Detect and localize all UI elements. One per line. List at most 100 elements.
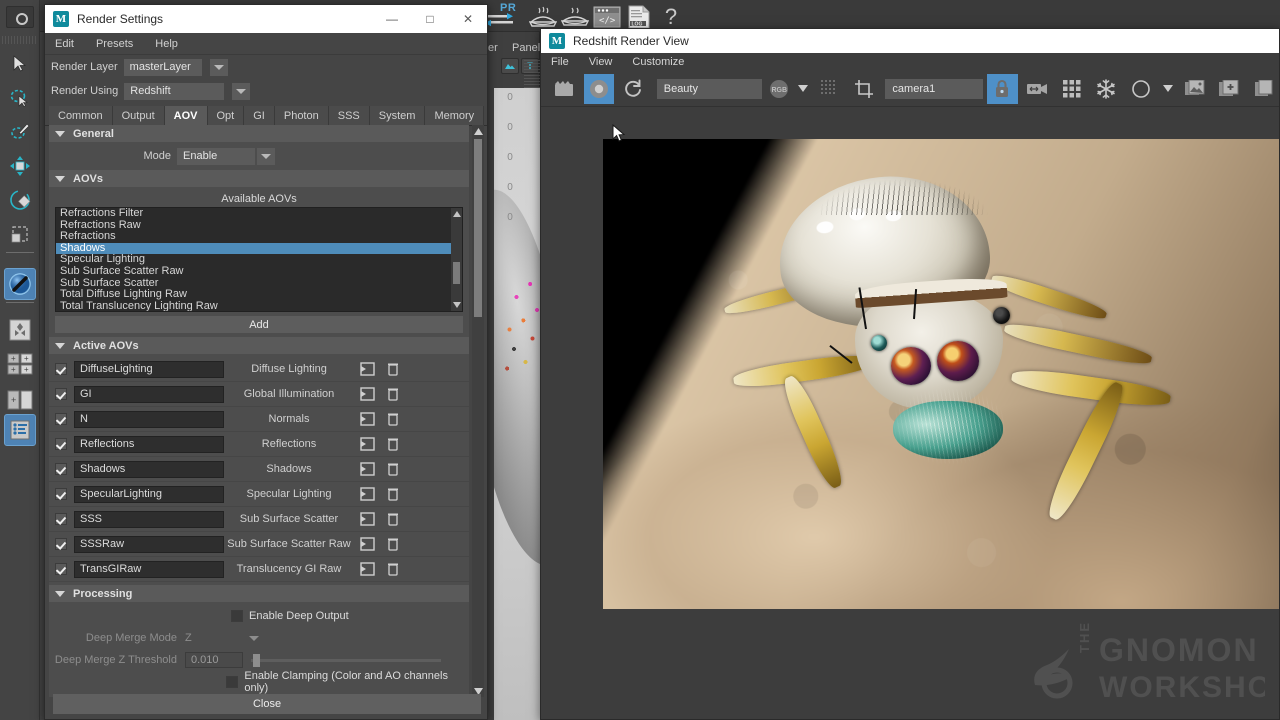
lasso-select-icon[interactable]: [4, 82, 36, 114]
aov-enabled-checkbox[interactable]: [55, 363, 67, 375]
chevron-down-icon[interactable]: [245, 630, 263, 647]
menu-presets[interactable]: Presets: [96, 38, 133, 50]
paint-select-icon[interactable]: [4, 116, 36, 148]
copy-snapshot-icon[interactable]: [1249, 74, 1280, 104]
aov-delete-icon[interactable]: [380, 462, 406, 476]
layout-quad-icon[interactable]: + + + +: [4, 348, 36, 380]
render-using-select[interactable]: Redshift: [124, 82, 225, 100]
aov-edit-icon[interactable]: [354, 487, 380, 501]
refresh-icon[interactable]: [618, 74, 649, 104]
scroll-up-icon[interactable]: [473, 125, 483, 137]
list-item[interactable]: Total Translucency Lighting Raw: [56, 300, 462, 311]
playback-arrows-icon[interactable]: [485, 13, 521, 27]
tab-system[interactable]: System: [369, 106, 426, 125]
aov-edit-icon[interactable]: [354, 512, 380, 526]
lock-icon[interactable]: [987, 73, 1018, 104]
rgb-dropdown-chevron-icon[interactable]: [795, 74, 810, 104]
pixel-grid-icon[interactable]: [814, 74, 845, 104]
section-general-header[interactable]: General: [49, 125, 469, 142]
available-aovs-list[interactable]: Refractions Filter Refractions Raw Refra…: [55, 207, 463, 312]
close-button[interactable]: Close: [53, 694, 481, 714]
render-view-titlebar[interactable]: M Redshift Render View: [541, 29, 1279, 53]
scrollbar-thumb[interactable]: [453, 262, 460, 284]
aov-name-field[interactable]: N: [74, 410, 224, 428]
deep-merge-z-threshold-field[interactable]: 0.010: [185, 652, 243, 668]
aov-enabled-checkbox[interactable]: [55, 388, 67, 400]
rendered-image[interactable]: [603, 139, 1279, 609]
aov-delete-icon[interactable]: [380, 562, 406, 576]
camera-select[interactable]: camera1: [885, 78, 984, 99]
minimize-icon[interactable]: —: [373, 5, 411, 33]
chevron-down-icon[interactable]: [209, 58, 228, 76]
aov-delete-icon[interactable]: [380, 487, 406, 501]
table-row[interactable]: GI Global Illumination: [49, 382, 469, 407]
deep-merge-mode-value[interactable]: Z: [185, 632, 243, 644]
tab-common[interactable]: Common: [49, 106, 113, 125]
aov-name-field[interactable]: GI: [74, 385, 224, 403]
aov-enabled-checkbox[interactable]: [55, 413, 67, 425]
section-processing-header[interactable]: Processing: [49, 585, 469, 602]
aov-enabled-checkbox[interactable]: [55, 563, 67, 575]
aov-name-field[interactable]: TransGIRaw: [74, 560, 224, 578]
snowflake-denoise-icon[interactable]: [1091, 74, 1122, 104]
render-region-icon[interactable]: [549, 74, 580, 104]
scale-tool-icon[interactable]: [4, 218, 36, 250]
list-item[interactable]: Refractions Filter: [56, 208, 462, 220]
slider-knob[interactable]: [253, 653, 260, 667]
aov-delete-icon[interactable]: [380, 537, 406, 551]
rotate-tool-icon[interactable]: [4, 184, 36, 216]
aov-enabled-checkbox[interactable]: [55, 488, 67, 500]
add-snapshot-icon[interactable]: [1214, 74, 1245, 104]
list-item[interactable]: Sub Surface Scatter Raw: [56, 265, 462, 278]
viewport-texture-toggle-icon[interactable]: [501, 58, 519, 74]
last-tool-icon[interactable]: [4, 268, 36, 300]
render-layer-select[interactable]: masterLayer: [123, 58, 202, 76]
layout-split-icon[interactable]: +: [4, 384, 36, 416]
aov-edit-icon[interactable]: [354, 387, 380, 401]
tab-memory[interactable]: Memory: [425, 106, 485, 125]
aov-edit-icon[interactable]: [354, 437, 380, 451]
list-item[interactable]: Refractions: [56, 231, 462, 243]
aov-enabled-checkbox[interactable]: [55, 538, 67, 550]
aov-delete-icon[interactable]: [380, 362, 406, 376]
table-row[interactable]: TransGIRaw Translucency GI Raw: [49, 557, 469, 582]
aov-name-field[interactable]: SSSRaw: [74, 535, 224, 553]
image-compare-icon[interactable]: [1179, 74, 1210, 104]
aov-name-field[interactable]: SSS: [74, 510, 224, 528]
menu-file[interactable]: File: [551, 56, 569, 68]
table-row[interactable]: Shadows Shadows: [49, 457, 469, 482]
aov-delete-icon[interactable]: [380, 437, 406, 451]
enable-clamping-checkbox[interactable]: [226, 676, 239, 688]
aov-delete-icon[interactable]: [380, 512, 406, 526]
aov-edit-icon[interactable]: [354, 412, 380, 426]
tab-opt[interactable]: Opt: [207, 106, 245, 125]
table-row[interactable]: Reflections Reflections: [49, 432, 469, 457]
add-aov-button[interactable]: Add: [55, 316, 463, 333]
aov-edit-icon[interactable]: [354, 362, 380, 376]
close-icon[interactable]: ✕: [449, 5, 487, 33]
aov-edit-icon[interactable]: [354, 562, 380, 576]
aov-name-field[interactable]: DiffuseLighting: [74, 360, 224, 378]
tab-aov[interactable]: AOV: [164, 106, 208, 125]
snap-settings-icon[interactable]: [6, 6, 34, 28]
render-view-canvas[interactable]: THE GNOMON WORKSHOP: [541, 109, 1280, 719]
maximize-icon[interactable]: □: [411, 5, 449, 33]
collapse-triangle-icon[interactable]: [55, 130, 65, 137]
aov-name-field[interactable]: SpecularLighting: [74, 485, 224, 503]
grid-view-icon[interactable]: [1056, 74, 1087, 104]
chevron-down-icon[interactable]: [232, 82, 251, 100]
menu-help[interactable]: Help: [155, 38, 178, 50]
help-icon[interactable]: ?: [656, 3, 686, 30]
mode-select[interactable]: Enable: [177, 147, 255, 165]
select-arrow-icon[interactable]: [4, 48, 36, 80]
rgb-channel-icon[interactable]: RGB: [766, 74, 791, 104]
aov-enabled-checkbox[interactable]: [55, 463, 67, 475]
collapse-triangle-icon[interactable]: [55, 175, 65, 182]
crop-region-icon[interactable]: [849, 74, 880, 104]
render-sequence-icon[interactable]: [1022, 74, 1053, 104]
aov-name-field[interactable]: Reflections: [74, 435, 224, 453]
scroll-up-icon[interactable]: [452, 209, 461, 219]
script-editor-icon[interactable]: </>: [592, 3, 622, 30]
render-settings-scrollbar[interactable]: [472, 125, 484, 697]
menu-customize[interactable]: Customize: [632, 56, 684, 68]
